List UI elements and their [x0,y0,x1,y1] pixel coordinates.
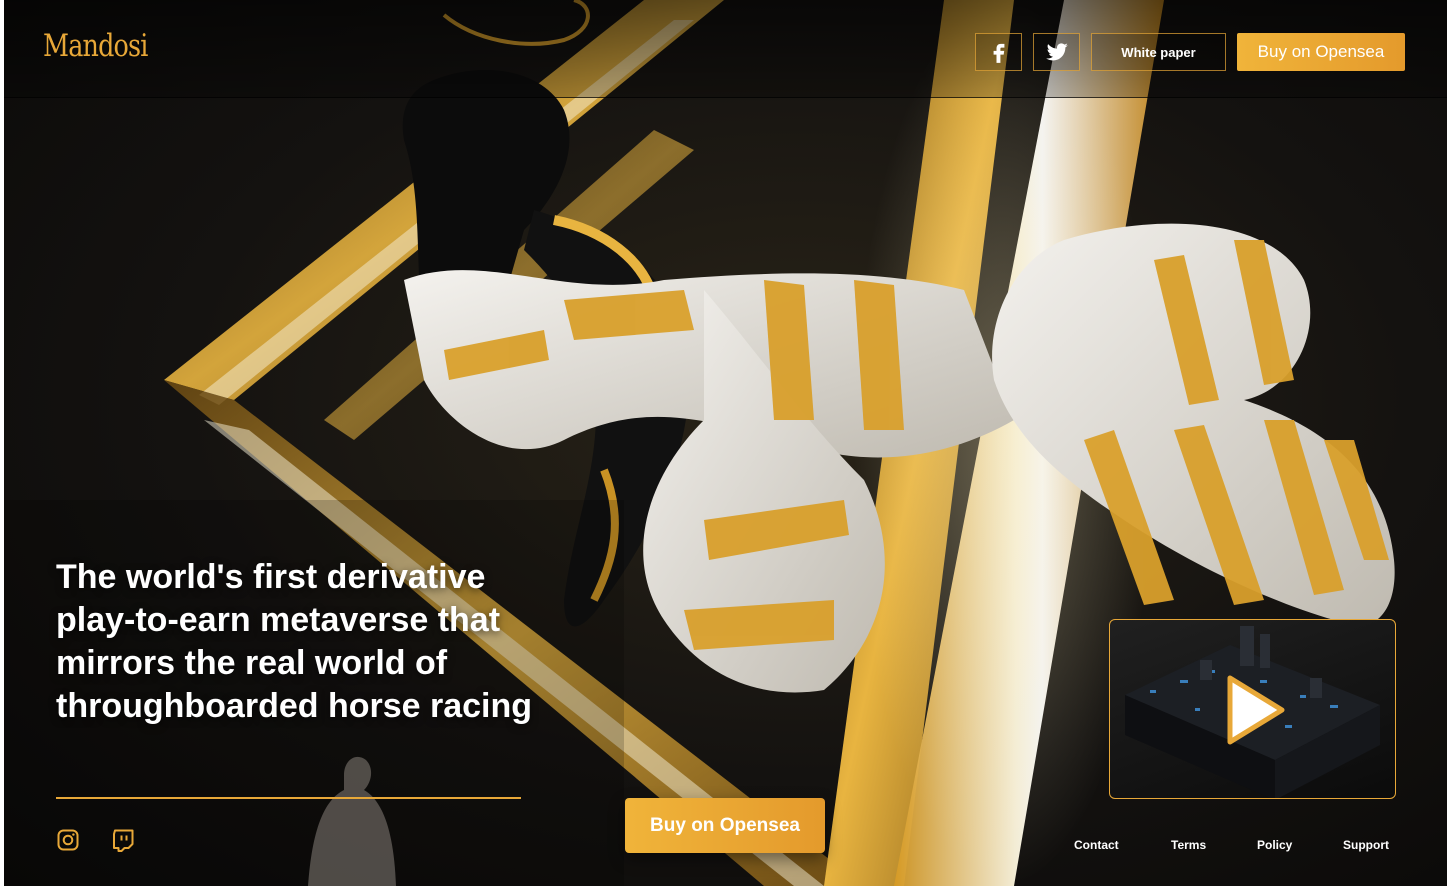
play-icon[interactable] [1110,620,1396,799]
hero-headline: The world's first derivative play-to-ear… [56,558,533,725]
footer-link-policy[interactable]: Policy [1257,838,1343,852]
footer-link-contact[interactable]: Contact [1074,838,1171,852]
white-paper-button[interactable]: White paper [1091,33,1226,71]
footer-link-support[interactable]: Support [1343,838,1389,852]
hero-divider [56,797,521,799]
video-card[interactable] [1109,619,1396,799]
logo[interactable]: Mandosi [43,28,148,64]
twitch-icon[interactable] [111,828,135,854]
page-frame: Mandosi White paper Buy on Opensea The w… [4,0,1447,886]
footer-link-terms[interactable]: Terms [1171,838,1257,852]
buy-on-opensea-header-button[interactable]: Buy on Opensea [1237,33,1405,71]
footer-links: Contact Terms Policy Support [1074,838,1389,852]
buy-on-opensea-hero-button[interactable]: Buy on Opensea [625,798,825,853]
facebook-icon [993,43,1004,63]
header-actions: White paper Buy on Opensea [975,33,1405,71]
site-header: Mandosi White paper Buy on Opensea [4,0,1447,98]
twitter-icon [1045,43,1068,61]
instagram-icon[interactable] [56,828,80,854]
footer-social-icons [56,828,135,854]
twitter-button[interactable] [1033,33,1080,71]
facebook-button[interactable] [975,33,1022,71]
